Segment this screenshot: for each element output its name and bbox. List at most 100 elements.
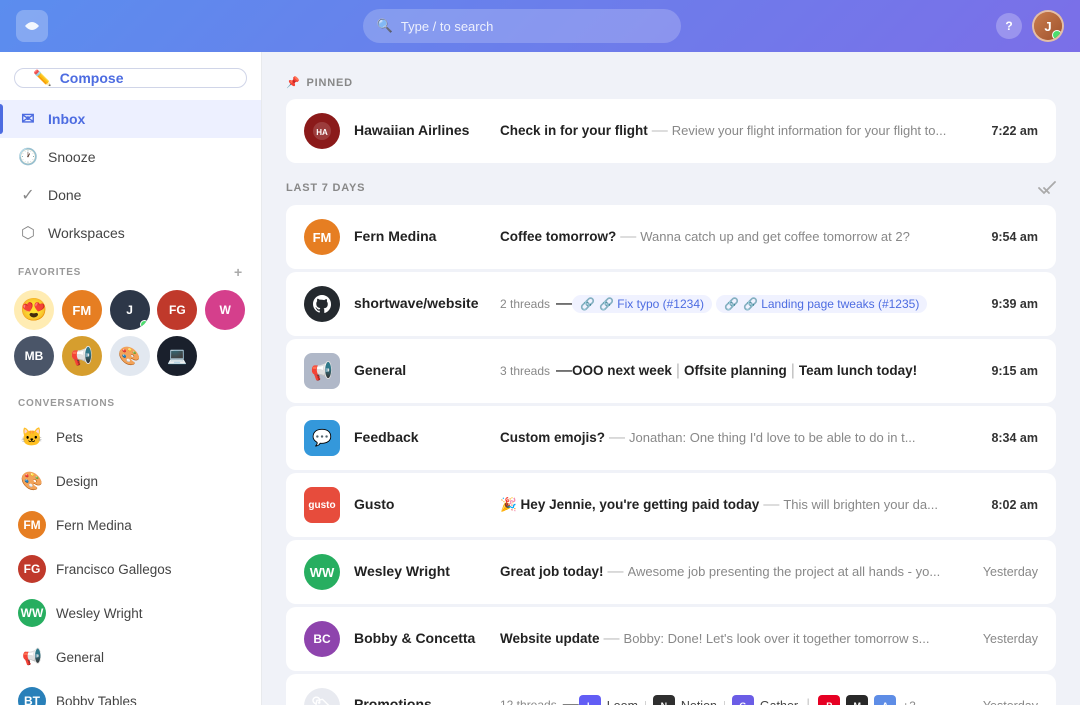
bobby-avatar: BT <box>18 687 46 705</box>
search-bar[interactable]: 🔍 Type / to search <box>363 9 682 43</box>
bobby-concetta-subject: Website update <box>500 631 600 646</box>
pinned-section-header: 📌 PINNED <box>286 76 1056 89</box>
bobby-concetta-email-info: Bobby & Concetta Website update — Bobby:… <box>354 630 969 648</box>
favorite-avatar-6[interactable]: MB <box>14 336 54 376</box>
svg-text:HA: HA <box>316 128 328 137</box>
email-row-gusto[interactable]: gusto Gusto 🎉 Hey Jennie, you're getting… <box>286 473 1056 537</box>
compose-button[interactable]: ✏️ Compose <box>14 68 247 88</box>
user-avatar[interactable]: J <box>1032 10 1064 42</box>
sidebar-item-inbox-label: Inbox <box>48 111 85 127</box>
other-logo: A <box>874 695 896 705</box>
fern-avatar: FM <box>18 511 46 539</box>
email-preview: Review your flight information for your … <box>672 123 947 138</box>
favorite-avatar-7[interactable]: 📢 <box>62 336 102 376</box>
sidebar: ✏️ Compose ✉ Inbox 🕐 Snooze ✓ Done ⬡ Wor… <box>0 52 262 705</box>
gusto-preview: This will brighten your da... <box>783 497 938 512</box>
gusto-time: 8:02 am <box>991 498 1038 512</box>
sidebar-item-general-label: General <box>56 650 104 665</box>
mark-all-read-button[interactable] <box>1038 181 1056 195</box>
pinned-section-title: 📌 PINNED <box>286 76 353 89</box>
email-time: 7:22 am <box>991 124 1038 138</box>
favorite-avatar-5[interactable]: W <box>205 290 245 330</box>
email-sender: Hawaiian Airlines <box>354 122 494 138</box>
sidebar-item-fern[interactable]: FM Fern Medina <box>0 503 261 547</box>
favorite-avatar-2[interactable]: FM <box>62 290 102 330</box>
fern-preview: Wanna catch up and get coffee tomorrow a… <box>640 229 910 244</box>
general-email-info: General 3 threads — OOO next week | Offs… <box>354 362 977 380</box>
favorite-avatar-8[interactable]: 🎨 <box>110 336 150 376</box>
email-row-bobby-concetta[interactable]: BC Bobby & Concetta Website update — Bob… <box>286 607 1056 671</box>
last7days-title: LAST 7 DAYS <box>286 182 365 194</box>
bobby-concetta-avatar: BC <box>304 621 340 657</box>
promotions-avatar: 🏷 <box>304 688 340 705</box>
sidebar-item-pets-label: Pets <box>56 430 83 445</box>
loom-logo: L <box>579 695 601 705</box>
promotions-time: Yesterday <box>983 699 1038 705</box>
email-row-hawaiian[interactable]: HA Hawaiian Airlines Check in for your f… <box>286 99 1056 163</box>
email-row-general[interactable]: 📢 General 3 threads — OOO next week | Of… <box>286 339 1056 403</box>
pinterest-logo: P <box>818 695 840 705</box>
shortwave-email-info: shortwave/website 2 threads — 🔗🔗 Fix typ… <box>354 295 977 313</box>
sidebar-item-pets[interactable]: 🐱 Pets <box>0 415 261 459</box>
sidebar-item-general[interactable]: 📢 General <box>0 635 261 679</box>
feedback-subject: Custom emojis? <box>500 430 605 445</box>
email-row-feedback[interactable]: 💬 Feedback Custom emojis? — Jonathan: On… <box>286 406 1056 470</box>
last7days-section-header: LAST 7 DAYS <box>286 181 1056 195</box>
sidebar-item-inbox[interactable]: ✉ Inbox <box>0 100 261 138</box>
feedback-preview: Jonathan: One thing I'd love to be able … <box>629 430 916 445</box>
compose-label: Compose <box>60 70 124 86</box>
gusto-email-info: Gusto 🎉 Hey Jennie, you're getting paid … <box>354 496 977 514</box>
favorite-avatar-1[interactable]: 😍 <box>14 290 54 330</box>
promo-logos: L Loom | N Notion | G Gather | P M A <box>579 695 916 705</box>
shortwave-sender: shortwave/website <box>354 295 494 311</box>
hawaiian-airlines-avatar: HA <box>304 113 340 149</box>
sidebar-item-francisco[interactable]: FG Francisco Gallegos <box>0 547 261 591</box>
favorite-avatar-3[interactable]: J <box>110 290 150 330</box>
general-time: 9:15 am <box>991 364 1038 378</box>
add-favorite-button[interactable]: + <box>234 264 243 280</box>
sidebar-item-workspaces[interactable]: ⬡ Workspaces <box>0 214 261 252</box>
shortwave-time: 9:39 am <box>991 297 1038 311</box>
gusto-subject: 🎉 Hey Jennie, you're getting paid today <box>500 497 759 513</box>
bobby-concetta-time: Yesterday <box>983 632 1038 646</box>
fern-subject: Coffee tomorrow? <box>500 229 616 244</box>
done-icon: ✓ <box>18 185 38 205</box>
email-row-promotions[interactable]: 🏷 Promotions 12 threads — L Loom | N Not… <box>286 674 1056 705</box>
feedback-avatar: 💬 <box>304 420 340 456</box>
sidebar-item-design[interactable]: 🎨 Design <box>0 459 261 503</box>
wesley-subject: Great job today! <box>500 564 604 579</box>
general-icon: 📢 <box>18 643 46 671</box>
feedback-sender: Feedback <box>354 429 494 445</box>
main-layout: ✏️ Compose ✉ Inbox 🕐 Snooze ✓ Done ⬡ Wor… <box>0 52 1080 705</box>
email-row-shortwave[interactable]: shortwave/website 2 threads — 🔗🔗 Fix typ… <box>286 272 1056 336</box>
feedback-time: 8:34 am <box>991 431 1038 445</box>
fern-email-avatar: FM <box>304 219 340 255</box>
favorite-avatar-9[interactable]: 💻 <box>157 336 197 376</box>
promotions-sender: Promotions <box>354 696 494 705</box>
help-button[interactable]: ? <box>996 13 1022 39</box>
sidebar-item-wesley[interactable]: WW Wesley Wright <box>0 591 261 635</box>
email-content: 📌 PINNED HA Hawaiian Airlines Check in f… <box>262 52 1080 705</box>
sidebar-item-francisco-label: Francisco Gallegos <box>56 562 172 577</box>
thread-pill-1: 🔗🔗 Fix typo (#1234) <box>572 295 712 313</box>
sidebar-item-wesley-label: Wesley Wright <box>56 606 143 621</box>
inbox-icon: ✉ <box>18 109 38 129</box>
app-logo[interactable] <box>16 10 48 42</box>
favorite-avatar-4[interactable]: FG <box>157 290 197 330</box>
fern-email-info: Fern Medina Coffee tomorrow? — Wanna cat… <box>354 228 977 246</box>
search-icon: 🔍 <box>377 18 393 34</box>
email-row-fern[interactable]: FM Fern Medina Coffee tomorrow? — Wanna … <box>286 205 1056 269</box>
email-row-wesley[interactable]: WW Wesley Wright Great job today! — Awes… <box>286 540 1056 604</box>
favorites-grid: 😍 FM J FG W MB 📢 🎨 💻 <box>0 286 261 386</box>
workspaces-icon: ⬡ <box>18 223 38 243</box>
topbar-right: ? J <box>996 10 1064 42</box>
design-icon: 🎨 <box>18 467 46 495</box>
wesley-email-info: Wesley Wright Great job today! — Awesome… <box>354 563 969 581</box>
sidebar-item-done[interactable]: ✓ Done <box>0 176 261 214</box>
compose-icon: ✏️ <box>33 69 52 87</box>
wesley-avatar: WW <box>18 599 46 627</box>
bobby-concetta-sender: Bobby & Concetta <box>354 630 494 646</box>
sidebar-item-snooze[interactable]: 🕐 Snooze <box>0 138 261 176</box>
sidebar-item-done-label: Done <box>48 187 81 203</box>
sidebar-item-bobby[interactable]: BT Bobby Tables <box>0 679 261 705</box>
